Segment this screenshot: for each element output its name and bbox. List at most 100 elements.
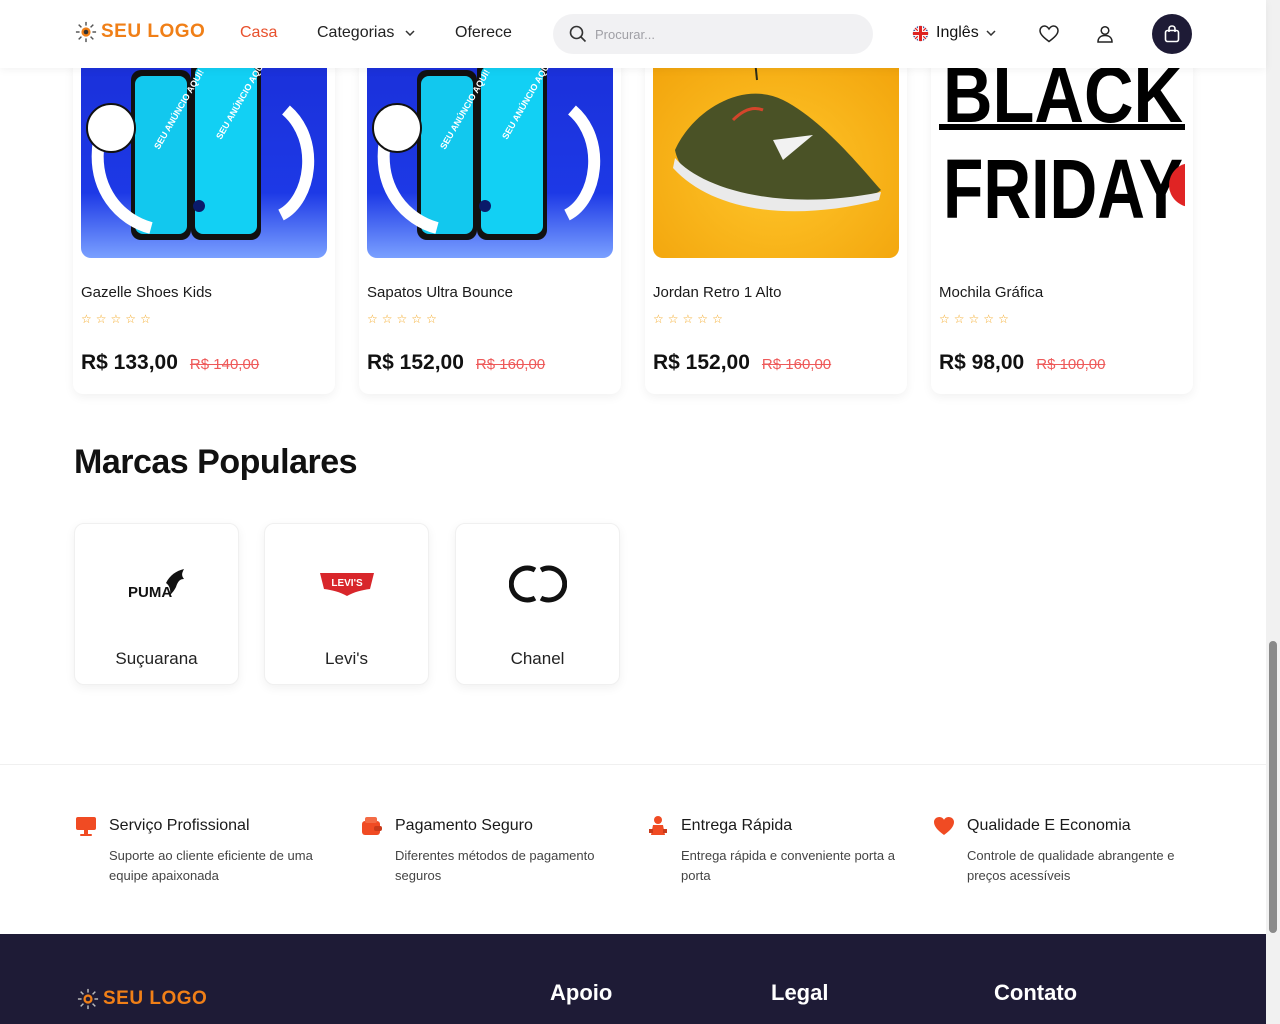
- brand-logo: [456, 562, 619, 606]
- puma-logo-icon: PUMA: [128, 569, 184, 601]
- language-selector[interactable]: Inglês: [912, 24, 996, 42]
- footer-logo-text: SEU LOGO: [103, 988, 208, 1009]
- feature-title: Qualidade E Economia: [967, 817, 1131, 834]
- rating-stars: ☆ ☆ ☆ ☆ ☆: [367, 312, 437, 326]
- star-icon: ☆: [367, 312, 378, 326]
- logo-icon: [77, 988, 99, 1010]
- star-icon: ☆: [697, 312, 709, 326]
- uk-flag-icon: [912, 25, 929, 41]
- price-block: R$ 133,00 R$ 140,00: [81, 351, 259, 375]
- brand-card-chanel[interactable]: Chanel: [455, 523, 620, 685]
- product-image[interactable]: SEU ANÚNCIO AQUI! SEU ANÚNCIO AQUI!: [81, 40, 327, 258]
- product-name[interactable]: Jordan Retro 1 Alto: [653, 284, 781, 301]
- product-name[interactable]: Mochila Gráfica: [939, 284, 1043, 301]
- product-card[interactable]: BLACK FRIDAY Mochila Gráfica ☆ ☆ ☆ ☆ ☆ R$ 98…: [931, 40, 1193, 394]
- brand-name: Chanel: [510, 649, 565, 668]
- search-icon[interactable]: [569, 25, 587, 43]
- chevron-down-icon: [986, 30, 996, 36]
- site-footer: SEU LOGO Apoio Legal Contato: [0, 934, 1266, 1024]
- section-title: Marcas Populares: [74, 443, 358, 481]
- brand-card-levis[interactable]: LEVI'S Levi's: [264, 523, 429, 685]
- search-input[interactable]: [595, 26, 845, 42]
- nav-categories[interactable]: Categorias: [317, 24, 415, 42]
- chanel-logo-icon: [508, 565, 567, 603]
- star-icon: ☆: [95, 312, 107, 326]
- feature-desc: Controle de qualidade abrangente e preço…: [967, 848, 1175, 883]
- star-icon: ☆: [140, 312, 151, 326]
- page: SEU ANÚNCIO AQUI! SEU ANÚNCIO AQUI! Gaze…: [0, 0, 1280, 1024]
- star-icon: ☆: [81, 312, 92, 326]
- current-price: R$ 98,00: [939, 351, 1025, 374]
- wishlist-button[interactable]: [1037, 22, 1061, 46]
- nav-categories-label: Categorias: [317, 24, 395, 41]
- star-icon: ☆: [968, 312, 980, 326]
- shopping-bag-icon: [1164, 25, 1180, 43]
- price-block: R$ 152,00 R$ 160,00: [367, 351, 545, 375]
- star-icon: ☆: [939, 312, 950, 326]
- rating-stars: ☆ ☆ ☆ ☆ ☆: [81, 312, 151, 326]
- divider: [0, 764, 1266, 765]
- product-image[interactable]: BLACK FRIDAY: [939, 40, 1185, 258]
- rating-stars: ☆ ☆ ☆ ☆ ☆: [939, 312, 1009, 326]
- current-price: R$ 133,00: [81, 351, 178, 374]
- old-price: R$ 160,00: [761, 356, 832, 373]
- brand-logo-text: LEVI'S: [331, 578, 363, 589]
- current-price: R$ 152,00: [367, 351, 464, 374]
- feature-desc: Entrega rápida e conveniente porta a por…: [681, 848, 895, 883]
- feature-desc: Suporte ao cliente eficiente de uma equi…: [109, 848, 313, 883]
- star-icon: ☆: [712, 312, 723, 326]
- brand-logo: PUMA: [75, 562, 238, 606]
- old-price: R$ 140,00: [189, 356, 260, 373]
- star-icon: ☆: [998, 312, 1009, 326]
- logo-icon: [75, 21, 97, 43]
- nav-offers[interactable]: Oferece: [455, 24, 512, 42]
- account-button[interactable]: [1093, 22, 1117, 46]
- feature-title: Pagamento Seguro: [395, 817, 533, 834]
- old-price: R$ 160,00: [475, 356, 546, 373]
- product-image[interactable]: [653, 40, 899, 258]
- footer-heading-contact: Contato: [994, 980, 1078, 1005]
- levis-logo-icon: LEVI'S: [319, 573, 374, 596]
- scrollbar[interactable]: [1266, 0, 1280, 1024]
- star-icon: ☆: [667, 312, 679, 326]
- chevron-down-icon: [405, 30, 415, 36]
- delivery-icon: [649, 816, 667, 835]
- nav-home[interactable]: Casa: [240, 24, 277, 42]
- star-icon: ☆: [125, 312, 137, 326]
- star-icon: ☆: [426, 312, 437, 326]
- feature-desc: Diferentes métodos de pagamento seguros: [395, 848, 595, 883]
- old-price: R$ 100,00: [1036, 356, 1106, 373]
- star-icon: ☆: [983, 312, 995, 326]
- brand-logo: LEVI'S: [265, 562, 428, 606]
- price-block: R$ 98,00 R$ 100,00: [939, 351, 1105, 375]
- star-icon: ☆: [953, 312, 965, 326]
- star-icon: ☆: [110, 312, 122, 326]
- price-block: R$ 152,00 R$ 160,00: [653, 351, 831, 375]
- site-header: SEU LOGO Casa Categorias Oferece Procura…: [0, 0, 1266, 68]
- cart-button[interactable]: [1152, 14, 1192, 54]
- star-icon: ☆: [653, 312, 664, 326]
- feature-title: Serviço Profissional: [109, 817, 250, 834]
- product-card[interactable]: SEU ANÚNCIO AQUI! SEU ANÚNCIO AQUI! Sapa…: [359, 40, 621, 394]
- brand-card-puma[interactable]: PUMA Suçuarana: [74, 523, 239, 685]
- star-icon: ☆: [682, 312, 694, 326]
- star-icon: ☆: [411, 312, 423, 326]
- brand-logo-text: PUMA: [128, 584, 172, 601]
- footer-heading-legal: Legal: [771, 980, 829, 1005]
- current-price: R$ 152,00: [653, 351, 750, 374]
- star-icon: ☆: [396, 312, 408, 326]
- product-card[interactable]: Jordan Retro 1 Alto ☆ ☆ ☆ ☆ ☆ R$ 152,00 R$ 1…: [645, 40, 907, 394]
- language-label: Inglês: [936, 24, 979, 41]
- product-name[interactable]: Sapatos Ultra Bounce: [367, 284, 513, 301]
- logo-text: SEU LOGO: [101, 21, 206, 42]
- rating-stars: ☆ ☆ ☆ ☆ ☆: [653, 312, 723, 326]
- star-icon: ☆: [381, 312, 393, 326]
- footer-logo[interactable]: SEU LOGO: [77, 988, 207, 1010]
- scrollbar-thumb[interactable]: [1269, 641, 1277, 933]
- product-card[interactable]: SEU ANÚNCIO AQUI! SEU ANÚNCIO AQUI! Gaze…: [73, 40, 335, 394]
- feature-title: Entrega Rápida: [681, 817, 793, 834]
- monitor-icon: [76, 817, 96, 836]
- product-name[interactable]: Gazelle Shoes Kids: [81, 284, 212, 301]
- product-image[interactable]: SEU ANÚNCIO AQUI! SEU ANÚNCIO AQUI!: [367, 40, 613, 258]
- site-logo[interactable]: SEU LOGO: [75, 21, 205, 43]
